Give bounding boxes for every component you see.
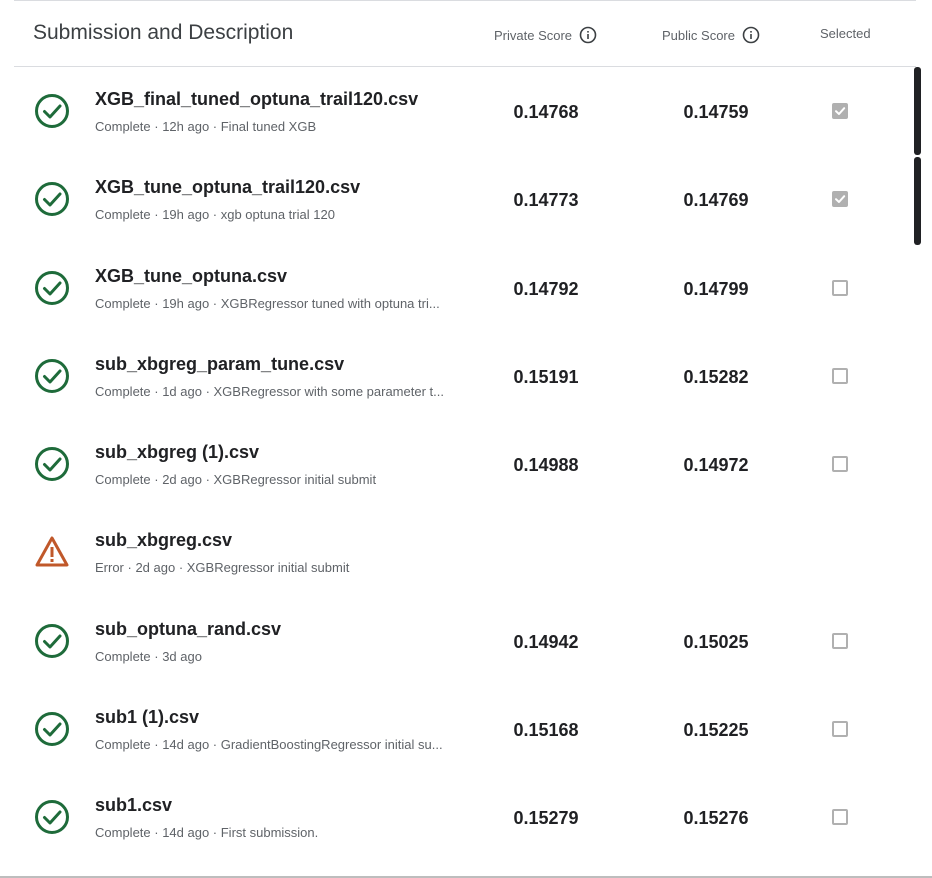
- selected-checkbox[interactable]: [832, 279, 848, 296]
- submission-row[interactable]: sub_optuna_rand.csv Complete · 3d ago 0.14…: [14, 597, 916, 685]
- private-score: 0.14942: [513, 631, 579, 652]
- submission-file-name[interactable]: sub_optuna_rand.csv: [95, 619, 281, 640]
- check-circle-icon: [34, 799, 70, 835]
- scroll-thumb[interactable]: [914, 67, 921, 155]
- table-header: Submission and Description Private Score…: [14, 1, 916, 67]
- private-score: 0.14792: [513, 278, 579, 299]
- column-header-private-score: Private Score: [494, 26, 597, 44]
- submission-file-name[interactable]: sub1 (1).csv: [95, 707, 199, 728]
- selected-checkbox[interactable]: [832, 367, 848, 384]
- submission-file-name[interactable]: sub1.csv: [95, 795, 172, 816]
- public-score: 0.15225: [683, 720, 749, 741]
- submission-list: XGB_final_tuned_optuna_trail120.csv Compl…: [14, 67, 916, 862]
- info-icon[interactable]: [742, 26, 760, 44]
- check-circle-icon: [34, 623, 70, 659]
- submission-file-name[interactable]: XGB_tune_optuna_trail120.csv: [95, 177, 360, 198]
- selected-checkbox[interactable]: [832, 632, 848, 649]
- submission-meta: Complete · 12h ago · Final tuned XGB: [95, 119, 317, 134]
- public-score: 0.15025: [683, 631, 749, 652]
- selected-checkbox[interactable]: [832, 456, 848, 473]
- info-icon[interactable]: [579, 26, 597, 44]
- submission-file-name[interactable]: sub_xbgreg.csv: [95, 530, 232, 551]
- submission-meta: Complete · 14d ago · First submission.: [95, 825, 319, 841]
- check-circle-icon: [34, 181, 70, 217]
- submission-row[interactable]: sub_xbgreg (1).csv Complete · 2d ago · XG…: [14, 420, 916, 508]
- public-score: 0.14769: [683, 190, 749, 211]
- submission-file-name[interactable]: XGB_final_tuned_optuna_trail120.csv: [95, 89, 418, 110]
- private-score: 0.14768: [513, 102, 579, 122]
- submission-meta: Complete · 3d ago: [95, 648, 202, 664]
- submission-file-name[interactable]: XGB_tune_optuna.csv: [95, 266, 287, 287]
- submission-row[interactable]: XGB_final_tuned_optuna_trail120.csv Compl…: [14, 67, 916, 155]
- public-score: 0.14759: [683, 102, 749, 122]
- submission-row[interactable]: sub_xbgreg_param_tune.csv Complete · 1d a…: [14, 332, 916, 420]
- submission-row[interactable]: XGB_tune_optuna_trail120.csv Complete · 1…: [14, 155, 916, 243]
- selected-checkbox[interactable]: [832, 809, 848, 826]
- submission-meta: Complete · 19h ago · XGBRegressor tuned …: [95, 295, 440, 311]
- submission-row[interactable]: sub_xbgreg.csv Error · 2d ago · XGBRegres…: [14, 508, 916, 596]
- public-score: 0.14799: [683, 278, 749, 299]
- submission-meta: Complete · 2d ago · XGBRegressor initial…: [95, 472, 377, 488]
- private-score: 0.15168: [513, 720, 579, 741]
- selected-checkbox[interactable]: [832, 103, 848, 119]
- check-circle-icon: [34, 446, 70, 482]
- column-header-submission: Submission and Description: [33, 21, 294, 44]
- warning-icon: [34, 534, 70, 570]
- check-circle-icon: [34, 270, 70, 306]
- public-score: 0.15282: [683, 366, 749, 387]
- private-score: 0.14988: [513, 455, 579, 476]
- submissions-panel: Submission and Description Private Score…: [0, 0, 932, 878]
- selected-checkbox[interactable]: [832, 721, 848, 738]
- check-circle-icon: [34, 358, 70, 394]
- public-score: 0.14972: [683, 455, 749, 476]
- check-circle-icon: [34, 93, 70, 129]
- submission-meta: Complete · 14d ago · GradientBoostingReg…: [95, 737, 443, 753]
- submission-file-name[interactable]: sub_xbgreg_param_tune.csv: [95, 354, 344, 375]
- submission-row[interactable]: sub1.csv Complete · 14d ago · First submi…: [14, 773, 916, 861]
- selected-checkbox[interactable]: [832, 191, 848, 208]
- submission-meta: Complete · 1d ago · XGBRegressor with so…: [95, 383, 444, 399]
- scroll-thumb[interactable]: [914, 157, 921, 245]
- private-score: 0.15279: [513, 808, 579, 829]
- submission-meta: Complete · 19h ago · xgb optuna trial 12…: [95, 207, 335, 223]
- column-header-selected: Selected: [820, 26, 871, 41]
- check-circle-icon: [34, 711, 70, 747]
- public-score: 0.15276: [683, 808, 749, 829]
- submission-meta: Error · 2d ago · XGBRegressor initial su…: [95, 560, 350, 576]
- submission-row[interactable]: sub1 (1).csv Complete · 14d ago · Gradien…: [14, 685, 916, 773]
- private-score: 0.14773: [513, 190, 579, 211]
- private-score: 0.15191: [513, 366, 579, 387]
- public-score-label: Public Score: [662, 27, 735, 43]
- submission-file-name[interactable]: sub_xbgreg (1).csv: [95, 442, 259, 463]
- scrollbar[interactable]: [914, 67, 922, 247]
- private-score-label: Private Score: [494, 27, 573, 43]
- column-header-public-score: Public Score: [662, 26, 760, 44]
- submission-row[interactable]: XGB_tune_optuna.csv Complete · 19h ago · …: [14, 244, 916, 332]
